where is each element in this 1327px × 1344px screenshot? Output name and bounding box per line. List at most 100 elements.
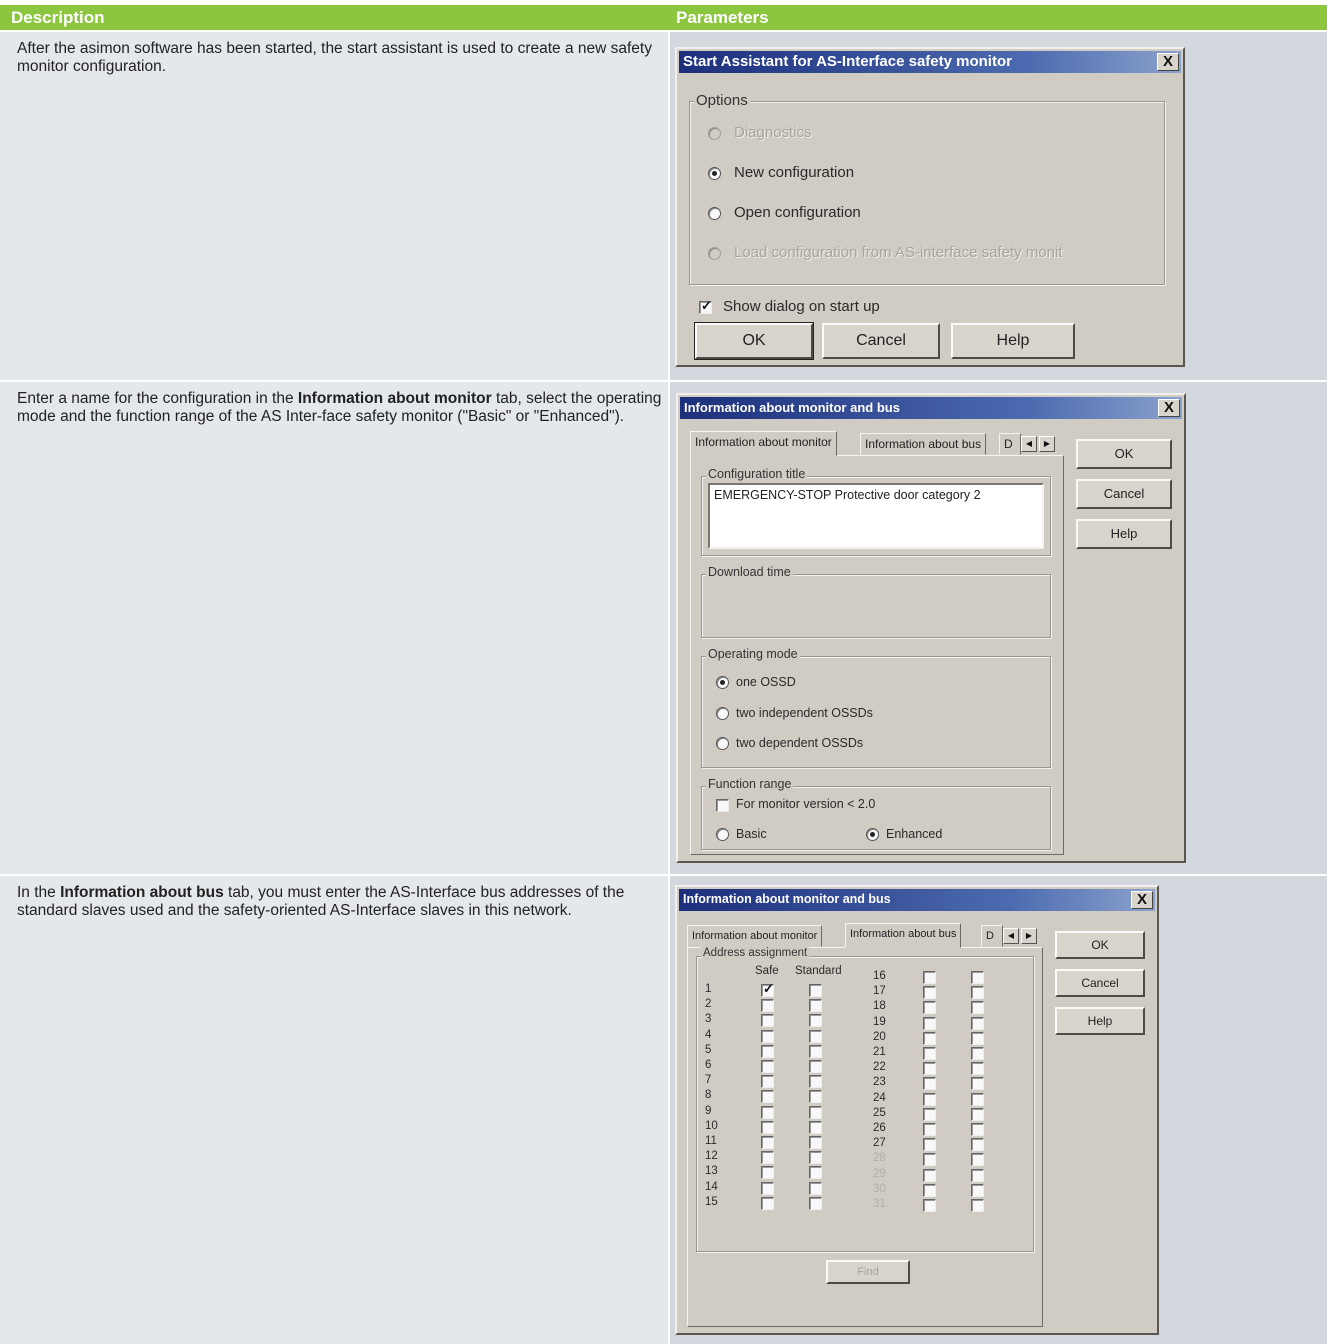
standard-checkbox[interactable] xyxy=(809,1029,822,1043)
standard-checkbox[interactable] xyxy=(809,1075,822,1089)
standard-checkbox[interactable] xyxy=(809,1044,822,1058)
safe-checkbox[interactable] xyxy=(923,1047,936,1060)
safe-checkbox[interactable] xyxy=(761,1151,774,1165)
new-configuration-label[interactable]: New configuration xyxy=(734,164,854,181)
tab-scroll-right-icon[interactable]: ▶ xyxy=(1021,928,1037,944)
standard-checkbox[interactable] xyxy=(809,1060,822,1073)
safe-checkbox[interactable] xyxy=(923,1107,936,1121)
standard-checkbox[interactable] xyxy=(809,1105,822,1119)
safe-checkbox[interactable] xyxy=(923,971,936,984)
tab-information-about-monitor[interactable]: Information about monitor xyxy=(687,925,823,947)
standard-checkbox[interactable] xyxy=(809,1136,822,1149)
safe-checkbox[interactable] xyxy=(923,1062,936,1076)
two-independent-ossds-label[interactable]: two independent OSSDs xyxy=(736,706,873,720)
close-button[interactable]: X xyxy=(1158,399,1180,417)
open-configuration-radio[interactable] xyxy=(708,207,721,220)
safe-checkbox[interactable] xyxy=(923,1016,936,1030)
tab-information-about-monitor[interactable]: Information about monitor xyxy=(690,431,837,456)
standard-checkbox[interactable] xyxy=(971,1001,984,1015)
two-independent-ossds-radio[interactable] xyxy=(716,707,729,720)
standard-checkbox[interactable] xyxy=(971,1123,984,1136)
safe-checkbox[interactable] xyxy=(761,1014,774,1028)
safe-checkbox[interactable] xyxy=(761,999,774,1013)
basic-radio[interactable] xyxy=(716,828,729,841)
safe-checkbox[interactable] xyxy=(761,1060,774,1073)
standard-checkbox[interactable] xyxy=(809,1014,822,1028)
safe-checkbox[interactable] xyxy=(761,1136,774,1149)
tab-information-about-bus[interactable]: Information about bus xyxy=(860,433,987,455)
safe-checkbox[interactable] xyxy=(761,1181,774,1195)
standard-checkbox[interactable] xyxy=(971,986,984,1000)
standard-checkbox[interactable] xyxy=(809,1166,822,1180)
standard-checkbox[interactable] xyxy=(971,1016,984,1030)
safe-checkbox[interactable] xyxy=(923,1138,936,1152)
safe-checkbox[interactable] xyxy=(761,1120,774,1134)
ok-button[interactable]: OK xyxy=(1076,439,1172,469)
safe-checkbox[interactable] xyxy=(923,1153,936,1167)
new-configuration-radio[interactable] xyxy=(708,167,721,180)
standard-checkbox[interactable] xyxy=(971,1092,984,1106)
standard-checkbox[interactable] xyxy=(809,1196,822,1210)
standard-checkbox[interactable] xyxy=(971,1107,984,1121)
open-configuration-label[interactable]: Open configuration xyxy=(734,204,861,221)
tab-scroll-left-icon[interactable]: ◀ xyxy=(1003,928,1019,944)
configuration-title-input[interactable]: EMERGENCY-STOP Protective door category … xyxy=(708,483,1044,549)
close-button[interactable]: X xyxy=(1157,53,1179,71)
ok-button[interactable]: OK xyxy=(1055,931,1145,959)
help-button[interactable]: Help xyxy=(951,323,1075,359)
safe-checkbox[interactable] xyxy=(923,1123,936,1136)
close-button[interactable]: X xyxy=(1131,891,1153,909)
one-ossd-label[interactable]: one OSSD xyxy=(736,675,796,689)
safe-checkbox[interactable] xyxy=(761,1166,774,1180)
enhanced-label[interactable]: Enhanced xyxy=(886,827,942,841)
safe-checkbox[interactable] xyxy=(761,1196,774,1210)
safe-checkbox[interactable] xyxy=(923,1031,936,1045)
ok-button[interactable]: OK xyxy=(694,322,814,360)
standard-checkbox[interactable] xyxy=(809,1181,822,1195)
safe-checkbox[interactable] xyxy=(923,1077,936,1091)
standard-checkbox[interactable] xyxy=(809,999,822,1013)
standard-checkbox[interactable] xyxy=(971,1183,984,1197)
safe-checkbox[interactable] xyxy=(761,1075,774,1089)
safe-checkbox[interactable] xyxy=(761,1090,774,1104)
standard-checkbox[interactable] xyxy=(971,1138,984,1152)
safe-checkbox[interactable] xyxy=(923,1183,936,1197)
show-dialog-checkbox[interactable] xyxy=(699,298,712,314)
standard-checkbox[interactable] xyxy=(971,1047,984,1060)
help-button[interactable]: Help xyxy=(1076,519,1172,549)
cancel-button[interactable]: Cancel xyxy=(1055,969,1145,997)
standard-checkbox[interactable] xyxy=(809,1090,822,1104)
tab-information-about-bus[interactable]: Information about bus xyxy=(845,923,962,948)
tab-scroll-right-icon[interactable]: ▶ xyxy=(1039,436,1055,452)
two-dependent-ossds-radio[interactable] xyxy=(716,737,729,750)
one-ossd-radio[interactable] xyxy=(716,676,729,689)
standard-checkbox[interactable] xyxy=(809,1120,822,1134)
two-dependent-ossds-label[interactable]: two dependent OSSDs xyxy=(736,736,863,750)
cancel-button[interactable]: Cancel xyxy=(822,323,940,359)
tab-d[interactable]: D xyxy=(981,925,1003,947)
show-dialog-label[interactable]: Show dialog on start up xyxy=(723,298,880,315)
standard-checkbox[interactable] xyxy=(971,1153,984,1167)
standard-checkbox[interactable] xyxy=(809,1151,822,1165)
basic-label[interactable]: Basic xyxy=(736,827,767,841)
standard-checkbox[interactable] xyxy=(971,1199,984,1212)
standard-checkbox[interactable] xyxy=(809,984,822,997)
safe-checkbox[interactable] xyxy=(923,1001,936,1015)
safe-checkbox[interactable] xyxy=(761,1044,774,1058)
monitor-version-label[interactable]: For monitor version < 2.0 xyxy=(736,797,875,811)
standard-checkbox[interactable] xyxy=(971,971,984,984)
safe-checkbox[interactable] xyxy=(923,1168,936,1182)
enhanced-radio[interactable] xyxy=(866,828,879,841)
safe-checkbox[interactable] xyxy=(761,1105,774,1119)
tab-d[interactable]: D xyxy=(999,433,1021,455)
standard-checkbox[interactable] xyxy=(971,1077,984,1091)
standard-checkbox[interactable] xyxy=(971,1062,984,1076)
tab-scroll-left-icon[interactable]: ◀ xyxy=(1021,436,1037,452)
cancel-button[interactable]: Cancel xyxy=(1076,479,1172,509)
help-button[interactable]: Help xyxy=(1055,1007,1145,1035)
monitor-version-checkbox[interactable] xyxy=(716,799,729,812)
standard-checkbox[interactable] xyxy=(971,1168,984,1182)
safe-checkbox[interactable] xyxy=(923,1092,936,1106)
safe-checkbox[interactable] xyxy=(761,1029,774,1043)
standard-checkbox[interactable] xyxy=(971,1031,984,1045)
